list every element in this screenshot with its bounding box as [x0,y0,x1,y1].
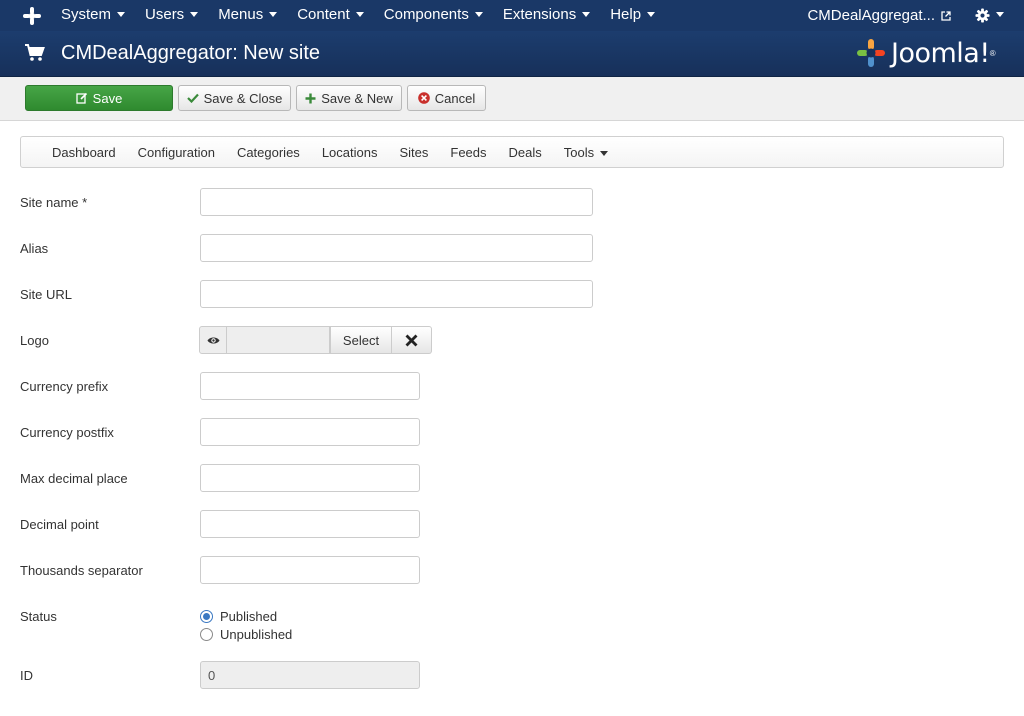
alias-input[interactable] [200,234,593,262]
nav-components[interactable]: Components [384,0,483,31]
component-subnav: Dashboard Configuration Categories Locat… [20,136,1004,168]
currency-prefix-label: Currency prefix [20,379,109,394]
settings-menu[interactable] [975,8,1004,23]
id-input [200,661,420,689]
nav-content[interactable]: Content [297,0,364,31]
save-close-button-label: Save & Close [203,90,283,106]
status-published-label: Published [220,609,278,624]
chevron-down-icon [996,12,1004,17]
chevron-down-icon [474,11,483,17]
page-title: CMDealAggregator: New site [61,42,320,64]
thousands-separator-label: Thousands separator [20,563,143,578]
logo-clear-button[interactable] [392,326,432,354]
joomla-icon[interactable] [22,6,42,26]
cart-icon [25,44,45,61]
subnav-feeds[interactable]: Feeds [450,145,486,160]
nav-system-label: System [61,6,112,23]
nav-menus-label: Menus [218,6,264,23]
page-header: CMDealAggregator: New site Joomla! ® [0,31,1024,77]
status-label: Status [20,609,57,624]
save-new-button[interactable]: Save & New [296,85,402,111]
subnav-tools-label: Tools [563,144,595,160]
chevron-down-icon [190,11,199,17]
save-close-button[interactable]: Save & Close [178,85,291,111]
chevron-down-icon [117,11,126,17]
site-url-label: Site URL [20,287,73,302]
subnav-locations[interactable]: Locations [322,145,378,160]
max-decimal-place-label: Max decimal place [20,471,128,486]
nav-system[interactable]: System [61,0,126,31]
toolbar: Save Save & Close Save & New Cancel [0,77,1024,121]
site-url-input[interactable] [200,280,593,308]
status-published-radio[interactable] [200,610,213,623]
joomla-wordmark: Joomla! [891,37,990,69]
top-navbar: System Users Menus Content Components Ex… [0,0,1024,31]
nav-extensions[interactable]: Extensions [502,0,591,31]
cancel-button-label: Cancel [434,90,476,106]
decimal-point-input[interactable] [200,510,420,538]
currency-postfix-input[interactable] [200,418,420,446]
subnav-tools[interactable]: Tools [563,144,609,160]
logo-path-input[interactable] [227,326,330,354]
subnav-dashboard[interactable]: Dashboard [52,145,116,160]
logo-media-field: Select [199,326,432,354]
edit-icon [76,92,88,104]
subnav-configuration[interactable]: Configuration [138,145,215,160]
chevron-down-icon [600,150,609,156]
status-published-option[interactable]: Published [200,609,277,624]
cancel-button[interactable]: Cancel [407,85,486,111]
nav-extensions-label: Extensions [502,6,577,23]
chevron-down-icon [269,11,278,17]
eye-icon [207,337,219,343]
close-icon [405,334,418,346]
nav-users-label: Users [145,6,185,23]
nav-help-label: Help [610,6,642,23]
joomla-brand-icon [857,39,885,67]
site-name-label: Site name * [20,195,88,210]
decimal-point-label: Decimal point [20,517,99,532]
subnav-deals[interactable]: Deals [509,145,542,160]
status-unpublished-option[interactable]: Unpublished [200,627,292,642]
cancel-icon [417,92,430,104]
currency-postfix-label: Currency postfix [20,425,114,440]
id-label: ID [20,668,33,683]
site-link-label: CMDealAggregat... [807,7,935,24]
subnav-sites[interactable]: Sites [399,145,428,160]
nav-menus[interactable]: Menus [218,0,278,31]
max-decimal-place-input[interactable] [200,464,420,492]
check-icon [186,93,199,103]
logo-label: Logo [20,333,49,348]
nav-users[interactable]: Users [145,0,199,31]
logo-preview-button[interactable] [199,326,227,354]
save-button-label: Save [92,90,123,106]
chevron-down-icon [355,11,364,17]
site-name-input[interactable] [200,188,593,216]
status-unpublished-radio[interactable] [200,628,213,641]
chevron-down-icon [582,11,591,17]
main-menu: System Users Menus Content Components Ex… [61,0,675,31]
nav-content-label: Content [297,6,350,23]
save-new-button-label: Save & New [321,90,393,106]
external-link-icon [941,10,951,21]
nav-help[interactable]: Help [610,0,656,31]
alias-label: Alias [20,241,49,256]
registered-mark: ® [989,48,996,58]
joomla-logo: Joomla! ® [855,36,996,70]
subnav-categories[interactable]: Categories [237,145,300,160]
chevron-down-icon [647,11,656,17]
plus-icon [305,93,316,104]
save-button[interactable]: Save [25,85,173,111]
gear-icon [975,8,990,23]
currency-prefix-input[interactable] [200,372,420,400]
status-unpublished-label: Unpublished [220,627,293,642]
thousands-separator-input[interactable] [200,556,420,584]
logo-select-button[interactable]: Select [330,326,392,354]
nav-components-label: Components [383,6,469,23]
nav-right: CMDealAggregat... [807,0,1004,31]
logo-select-label: Select [342,332,380,348]
site-link[interactable]: CMDealAggregat... [807,7,951,24]
